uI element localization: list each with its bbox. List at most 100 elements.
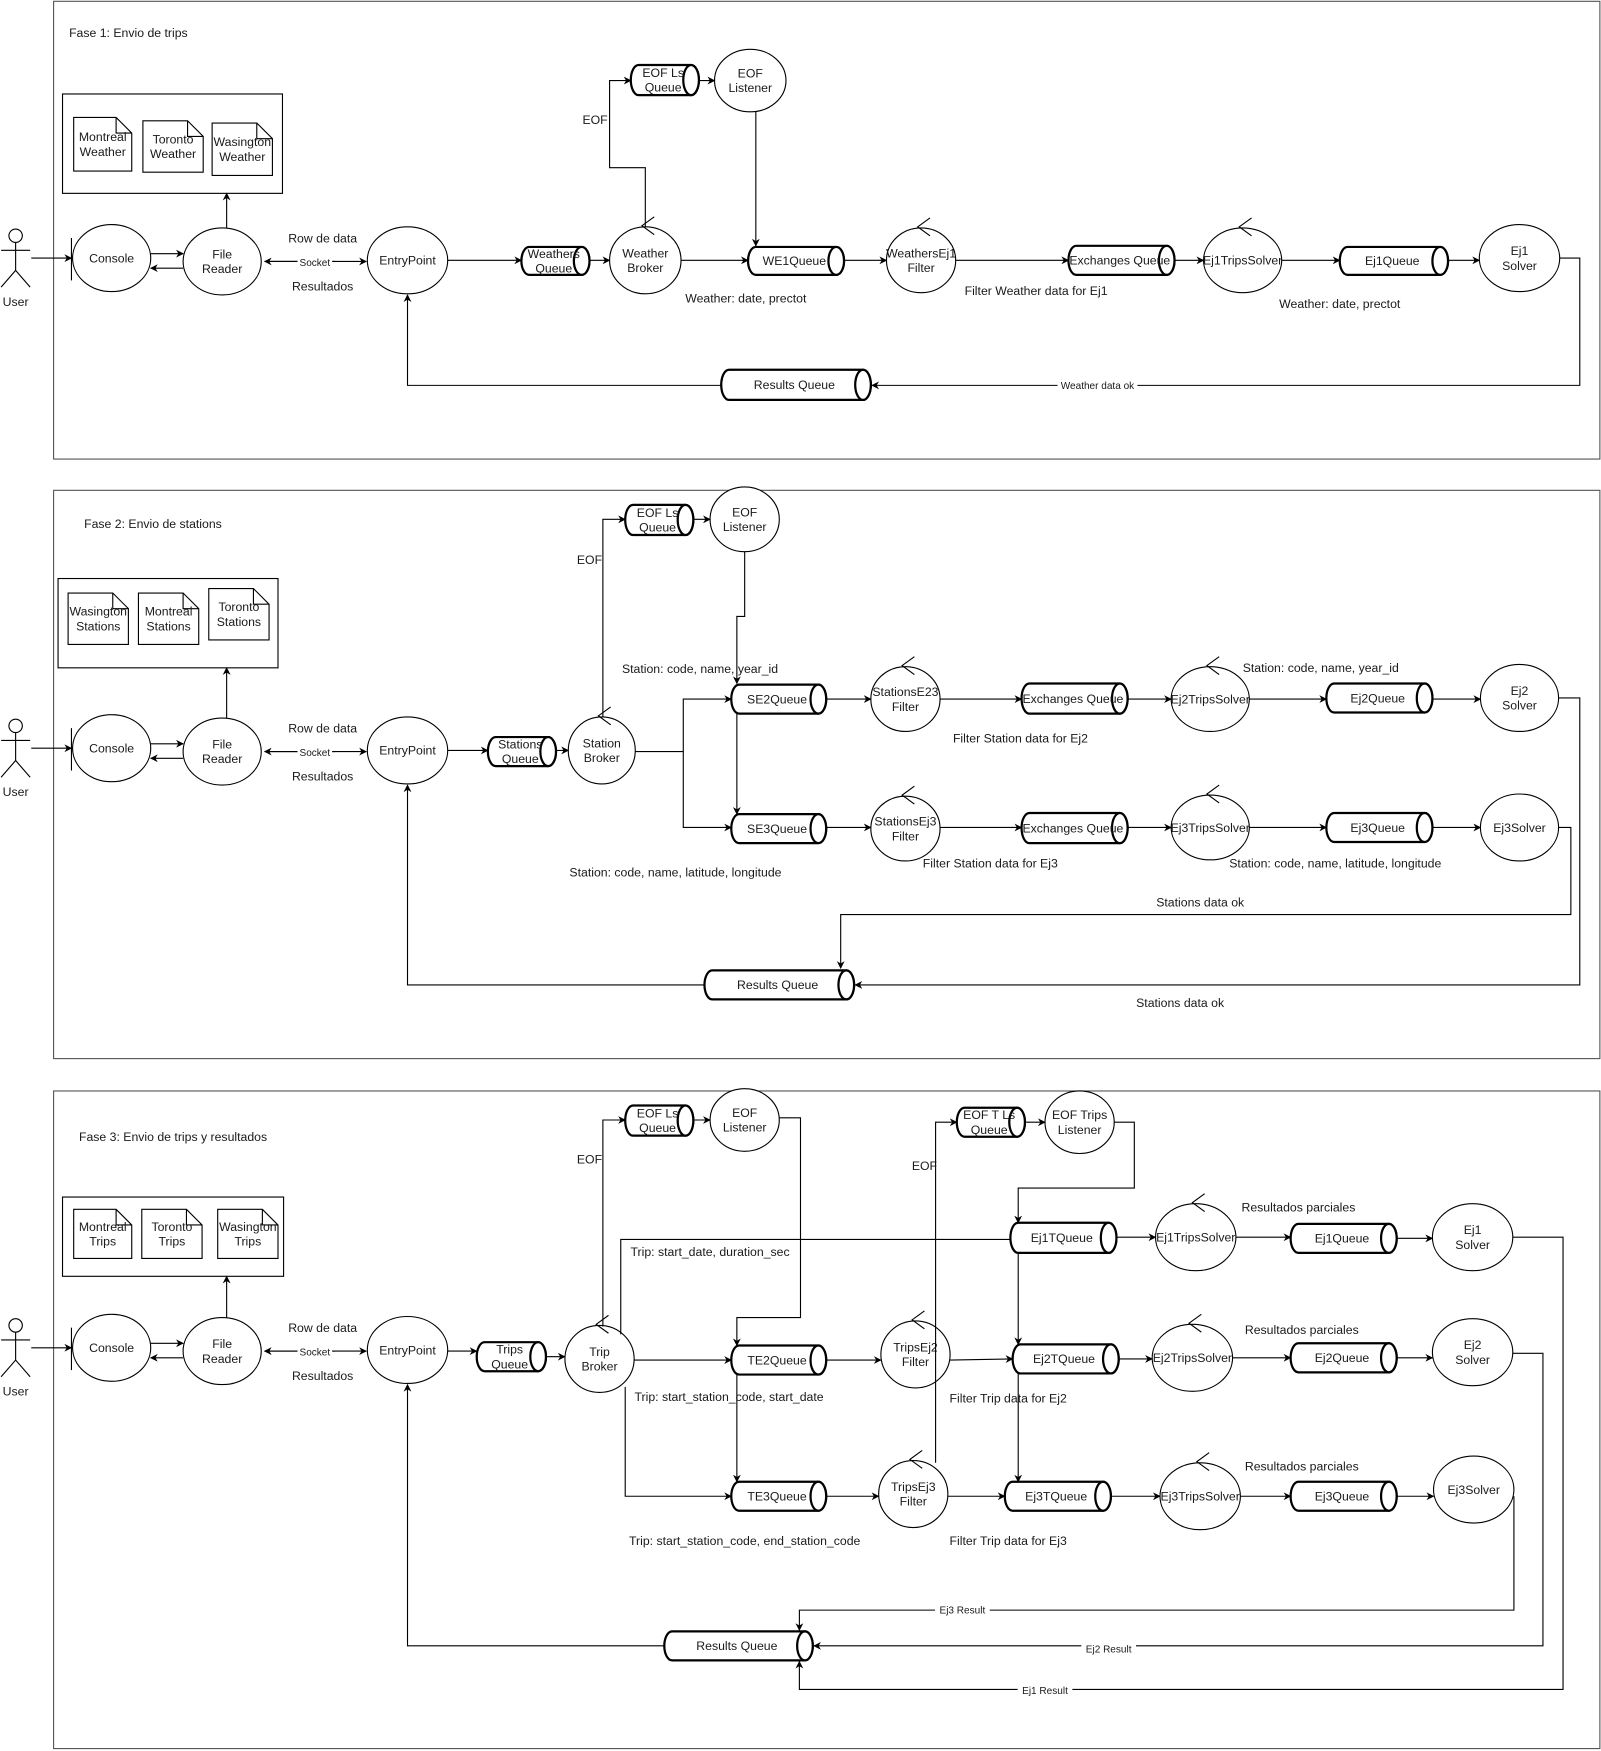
phase2-eof-ls-queue-label-group: EOF Ls Queue [637, 506, 679, 535]
phase2-eof-label-group: EOF [577, 553, 602, 567]
phase1-we1-queue-label: WE1Queue [763, 254, 827, 268]
phase2-title-label-line: Fase 2: Envio de stations [84, 517, 222, 531]
phase3-filter-label-ej3-label-group: Filter Trip data for Ej3 [950, 1534, 1067, 1548]
phase3-ej3t-queue-cylinder-end [1094, 1480, 1112, 1512]
phase2-ej3-trips-solver-label: Ej3TripsSolver [1171, 821, 1250, 835]
user-head-icon [8, 718, 23, 734]
phase2-ej2-queue-label-line: Ej2Queue [1350, 691, 1405, 705]
phase3-trips-queue-cylinder-end [529, 1341, 548, 1373]
phase2-se3-queue-label: SE3Queue [747, 822, 807, 836]
phase3-ej3-queue-cylinder-end [1379, 1480, 1398, 1512]
phase3-title-label: Fase 3: Envio de trips y resultados [79, 1130, 267, 1144]
phase3-ej2-result-label-group: Ej2 Result [1081, 1643, 1136, 1656]
phase3-file-reader-label-line: File [212, 1337, 232, 1351]
phase1-eof-ls-queue-label: EOF Ls Queue [642, 66, 684, 95]
phase3-ej2-trips-solver-label: Ej2TripsSolver [1153, 1351, 1232, 1365]
phase2-file-1-label-line: Stations [146, 619, 190, 633]
phase2-return-label-ej2-label-line: Stations data ok [1136, 996, 1225, 1010]
phase1-ej1-queue-label: Ej1Queue [1365, 254, 1420, 268]
phase3-console-label: Console [89, 1341, 134, 1355]
phase2-se2-queue-cylinder-end [809, 683, 828, 715]
phase2-se2-label-label-line: Station: code, name, year_id [622, 662, 778, 676]
phase3-entry-point-label: EntryPoint [379, 1343, 436, 1357]
phase3-row-de-data-label: Row de data [288, 1321, 357, 1335]
phase2-eof-ls-queue-label-line: Queue [639, 521, 676, 535]
phase3-eof-ls-queue-label: EOF Ls Queue [637, 1106, 679, 1135]
phase1-eof-ls-queue-label-line: Queue [645, 81, 682, 95]
phase2-stations-queue-label: Stations Queue [498, 738, 542, 767]
phase3-title-label-line: Fase 3: Envio de trips y resultados [79, 1130, 267, 1144]
phase2-se2-queue-label-group: SE2Queue [747, 692, 807, 706]
user-head-icon [8, 1318, 23, 1333]
phase1-filter-label-label-group: Filter Weather data for Ej1 [965, 284, 1108, 298]
phase2-filter-label-ej2-label: Filter Station data for Ej2 [953, 731, 1088, 745]
phase3-te2-label-label-group: Trip: start_station_code, start_date [634, 1390, 823, 1404]
phase1-resultados-label-group: Resultados [292, 279, 353, 293]
phase1-we1-queue-cylinder-end [827, 245, 846, 276]
phase1-weather-broker-label: Weather Broker [622, 246, 668, 275]
phase1-return-label-label: Weather data ok [1061, 381, 1135, 392]
phase3-eof-t-label: EOF [912, 1159, 937, 1173]
phase3-te3-label-label: Trip: start_station_code, end_station_co… [629, 1534, 861, 1548]
phase1-ej1-label-label-group: Weather: date, prectot [1279, 297, 1401, 311]
phase2-eof-listener-label-line: Listener [723, 520, 767, 534]
phase1-we1-label-label-line: Weather: date, prectot [685, 292, 807, 306]
phase3-resultados-label-line: Resultados [292, 1369, 353, 1383]
user-actor-icon [0, 732, 31, 778]
phase2-file-0-label-line: Stations [76, 619, 120, 633]
phase2-row-de-data-label-group: Row de data [288, 721, 357, 735]
phase1-file-reader-label-line: File [212, 247, 232, 261]
phase1-exchanges-queue-label-group: Exchanges Queue [1069, 254, 1170, 268]
phase3-results-queue-label-group: Results Queue [696, 1639, 777, 1653]
phase2-resultados-label-line: Resultados [292, 769, 353, 783]
phase3-ej3-queue-label-line: Ej3Queue [1315, 1490, 1370, 1504]
phase3-ej2t-queue-label-group: Ej2TQueue [1033, 1352, 1095, 1366]
phase2-resultados-label-group: Resultados [292, 769, 353, 783]
phase3-te2-queue-cylinder-end [809, 1344, 828, 1376]
phase3-ej1t-queue-label: Ej1TQueue [1031, 1231, 1093, 1245]
phase2-filter-label-ej2-label-group: Filter Station data for Ej2 [953, 731, 1088, 745]
phase3-results-queue-label: Results Queue [696, 1639, 777, 1653]
phase3-results-queue-cylinder-end [796, 1630, 814, 1662]
phase2-ej3-queue-cylinder-end [1415, 811, 1434, 844]
phase2-socket-label-line: Socket [300, 748, 331, 759]
phase2-exchanges-queue-ej2-label: Exchanges Queue [1022, 692, 1123, 706]
phase2-results-queue-label-line: Results Queue [737, 978, 818, 992]
phase3-te3-queue-label-group: TE3Queue [747, 1490, 807, 1504]
phase1-file-2-label-line: Weather [219, 150, 265, 164]
phase2-se3-queue-label-group: SE3Queue [747, 822, 807, 836]
phase3-eof-ls-queue-label-line: Queue [639, 1121, 676, 1135]
phase3-partial-ej3-label-group: Resultados parciales [1245, 1459, 1359, 1473]
phase1-entry-point-label-group: EntryPoint [379, 254, 436, 268]
phase2-stations-queue-label-line: Queue [502, 752, 539, 766]
phase2-ej2-queue-cylinder-end [1415, 682, 1434, 714]
phase1-console-label-group: Console [89, 251, 134, 265]
phase2-ej2-label-label: Station: code, name, year_id [1243, 661, 1399, 675]
phase2-se3-label-label-line: Station: code, name, latitude, longitude [569, 865, 781, 879]
phase1-weathers-queue-label-line: Queue [535, 262, 572, 276]
phase2-return-label-ej3-label-line: Stations data ok [1156, 896, 1245, 910]
phase3-ej3-trips-solver-label-line: Ej3TripsSolver [1161, 1490, 1240, 1504]
phase2-ej3-label-label: Station: code, name, latitude, longitude [1229, 857, 1441, 871]
user-head-icon [8, 228, 23, 244]
phase2-se2-label-label: Station: code, name, year_id [622, 662, 778, 676]
phase1-results-queue-label-line: Results Queue [754, 378, 835, 392]
phase3-filter-label-ej3-label-line: Filter Trip data for Ej3 [950, 1534, 1067, 1548]
phase2-filter-label-ej3-label-group: Filter Station data for Ej3 [923, 857, 1058, 871]
phase1-we1-label-label: Weather: date, prectot [685, 292, 807, 306]
phase2-socket-label: Socket [300, 748, 331, 759]
phase2-return-label-ej3-label-group: Stations data ok [1156, 896, 1245, 910]
phase3-ej2-trips-solver-label-line: Ej2TripsSolver [1153, 1351, 1232, 1365]
phase1-ej1-trips-solver-label-line: Ej1TripsSolver [1203, 254, 1282, 268]
phase1-ej1-queue-cylinder-end [1431, 245, 1450, 276]
phase2-return-label-ej2-label: Stations data ok [1136, 996, 1225, 1010]
phase2-ej3-solver-label-line: Ej3Solver [1493, 821, 1545, 835]
phase3-partial-ej3-label-line: Resultados parciales [1245, 1459, 1359, 1473]
phase3-eof-t-label-group: EOF [912, 1159, 937, 1173]
phase2-user-label-line: User [3, 785, 29, 799]
phase3-eof-trips-listener-label-group: EOF Trips Listener [1052, 1108, 1107, 1137]
phase3-trip-ej1-label-label-line: Trip: start_date, duration_sec [631, 1245, 790, 1259]
phase2-stations-queue-label-line: Stations [498, 738, 542, 752]
phase3-ej3-solver-label: Ej3Solver [1447, 1483, 1500, 1497]
phase1-weather-broker-label-line: Broker [627, 261, 663, 275]
